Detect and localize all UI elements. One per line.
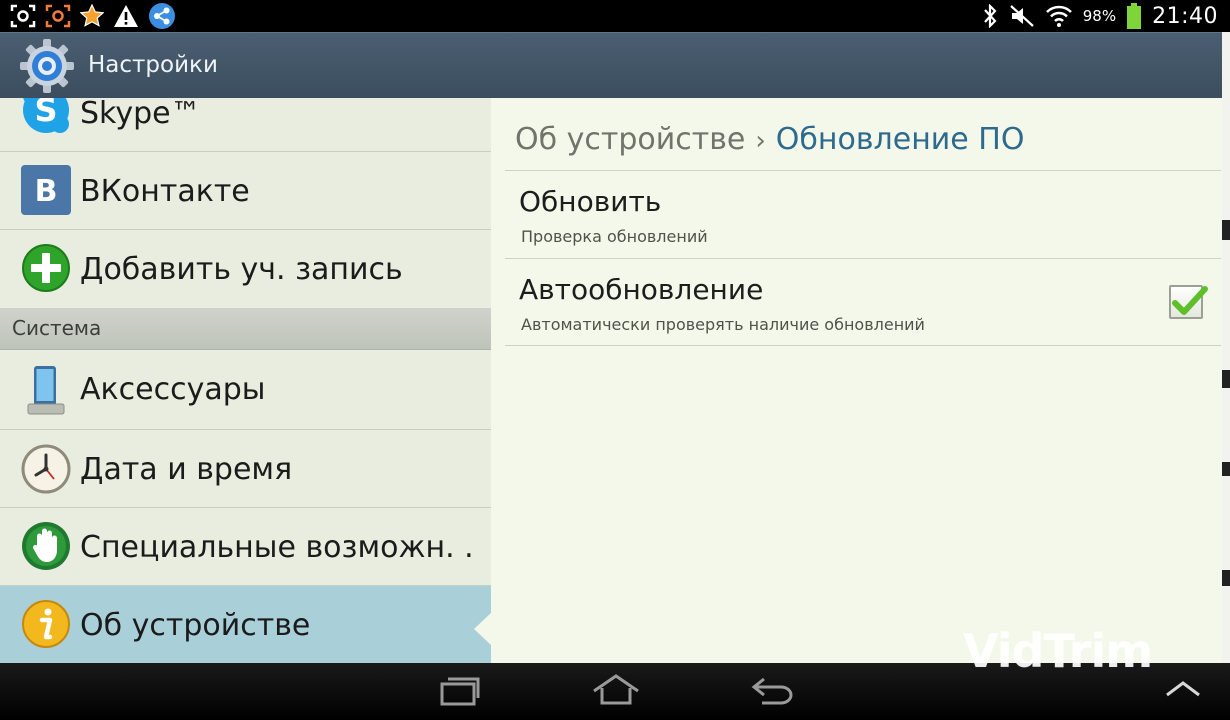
pref-title: Автообновление — [519, 273, 764, 306]
vk-icon: B — [20, 164, 72, 216]
edge-mark — [1222, 570, 1230, 586]
edge-mark — [1222, 462, 1230, 476]
breadcrumb-separator: › — [755, 126, 766, 156]
screenshot-icon — [10, 4, 36, 28]
edge-mark — [1222, 370, 1230, 388]
auto-update-checkbox[interactable] — [1169, 285, 1208, 319]
settings-list[interactable]: S Skype™ B ВКонтакте Добавить уч. запись… — [0, 98, 491, 663]
wifi-icon — [1045, 4, 1073, 28]
sidebar-item-vkontakte[interactable]: B ВКонтакте — [0, 152, 491, 230]
selection-indicator — [474, 612, 492, 646]
recent-apps-icon[interactable] — [438, 673, 484, 713]
sidebar-item-date-time[interactable]: Дата и время — [0, 430, 491, 508]
sidebar-item-about-device[interactable]: Об устройстве — [0, 586, 491, 663]
pref-title: Обновить — [519, 185, 662, 218]
screenshot-alt-icon — [45, 4, 71, 28]
home-icon[interactable] — [590, 673, 642, 713]
add-account-icon — [20, 242, 72, 294]
star-icon — [80, 4, 104, 28]
skype-icon: S — [20, 98, 72, 136]
pref-summary: Автоматически проверять наличие обновлен… — [521, 315, 925, 334]
svg-text:S: S — [34, 98, 57, 129]
accessories-icon — [20, 364, 72, 416]
sidebar-item-label: Аксессуары — [80, 372, 266, 407]
sidebar-item-accessories[interactable]: Аксессуары — [0, 350, 491, 430]
status-bar: 98% 21:40 — [0, 0, 1230, 32]
action-bar: Настройки — [0, 32, 1222, 98]
menu-up-icon[interactable] — [1163, 677, 1203, 705]
battery-percent: 98% — [1082, 7, 1117, 25]
checkmark-icon — [1172, 286, 1208, 315]
section-header-system: Система — [0, 308, 491, 350]
status-clock: 21:40 — [1152, 3, 1218, 29]
edge-mark — [1222, 220, 1230, 240]
sidebar-item-add-account[interactable]: Добавить уч. запись — [0, 230, 491, 308]
sidebar-item-label: Дата и время — [80, 452, 293, 487]
sidebar-item-accessibility[interactable]: Специальные возможн. . — [0, 508, 491, 586]
notification-icons — [10, 3, 176, 29]
sidebar-item-skype[interactable]: S Skype™ — [0, 98, 491, 152]
watermark: VidTrim — [963, 624, 1153, 678]
sidebar-item-label: Специальные возможн. . — [80, 530, 474, 565]
sidebar-item-label: ВКонтакте — [80, 174, 250, 209]
pref-auto-update[interactable]: Автообновление Автоматически проверять н… — [505, 258, 1221, 346]
section-header-label: Система — [12, 316, 102, 340]
info-icon — [20, 598, 72, 650]
breadcrumb-current: Обновление ПО — [775, 122, 1025, 157]
share-icon — [148, 2, 176, 30]
back-icon[interactable] — [750, 673, 796, 713]
settings-gear-icon[interactable] — [18, 37, 76, 95]
bluetooth-icon — [981, 4, 999, 28]
svg-text:B: B — [35, 174, 58, 209]
mute-icon — [1009, 4, 1035, 28]
sidebar-item-label: Об устройстве — [80, 608, 311, 643]
detail-pane: Об устройстве › Обновление ПО Обновить Про… — [491, 98, 1222, 663]
pref-summary: Проверка обновлений — [521, 227, 708, 246]
battery-icon — [1126, 3, 1142, 29]
warning-icon — [113, 4, 139, 28]
breadcrumb: Об устройстве › Обновление ПО — [515, 122, 1024, 157]
clock-icon — [20, 443, 72, 495]
accessibility-hand-icon — [20, 520, 72, 572]
system-status-icons: 98% 21:40 — [981, 3, 1218, 29]
sidebar-item-label: Добавить уч. запись — [80, 252, 403, 287]
edge-strip — [1222, 32, 1230, 663]
action-bar-title: Настройки — [88, 52, 218, 78]
pref-update[interactable]: Обновить Проверка обновлений — [505, 170, 1221, 258]
sidebar-item-label: Skype™ — [80, 98, 201, 131]
breadcrumb-parent[interactable]: Об устройстве — [515, 122, 745, 157]
